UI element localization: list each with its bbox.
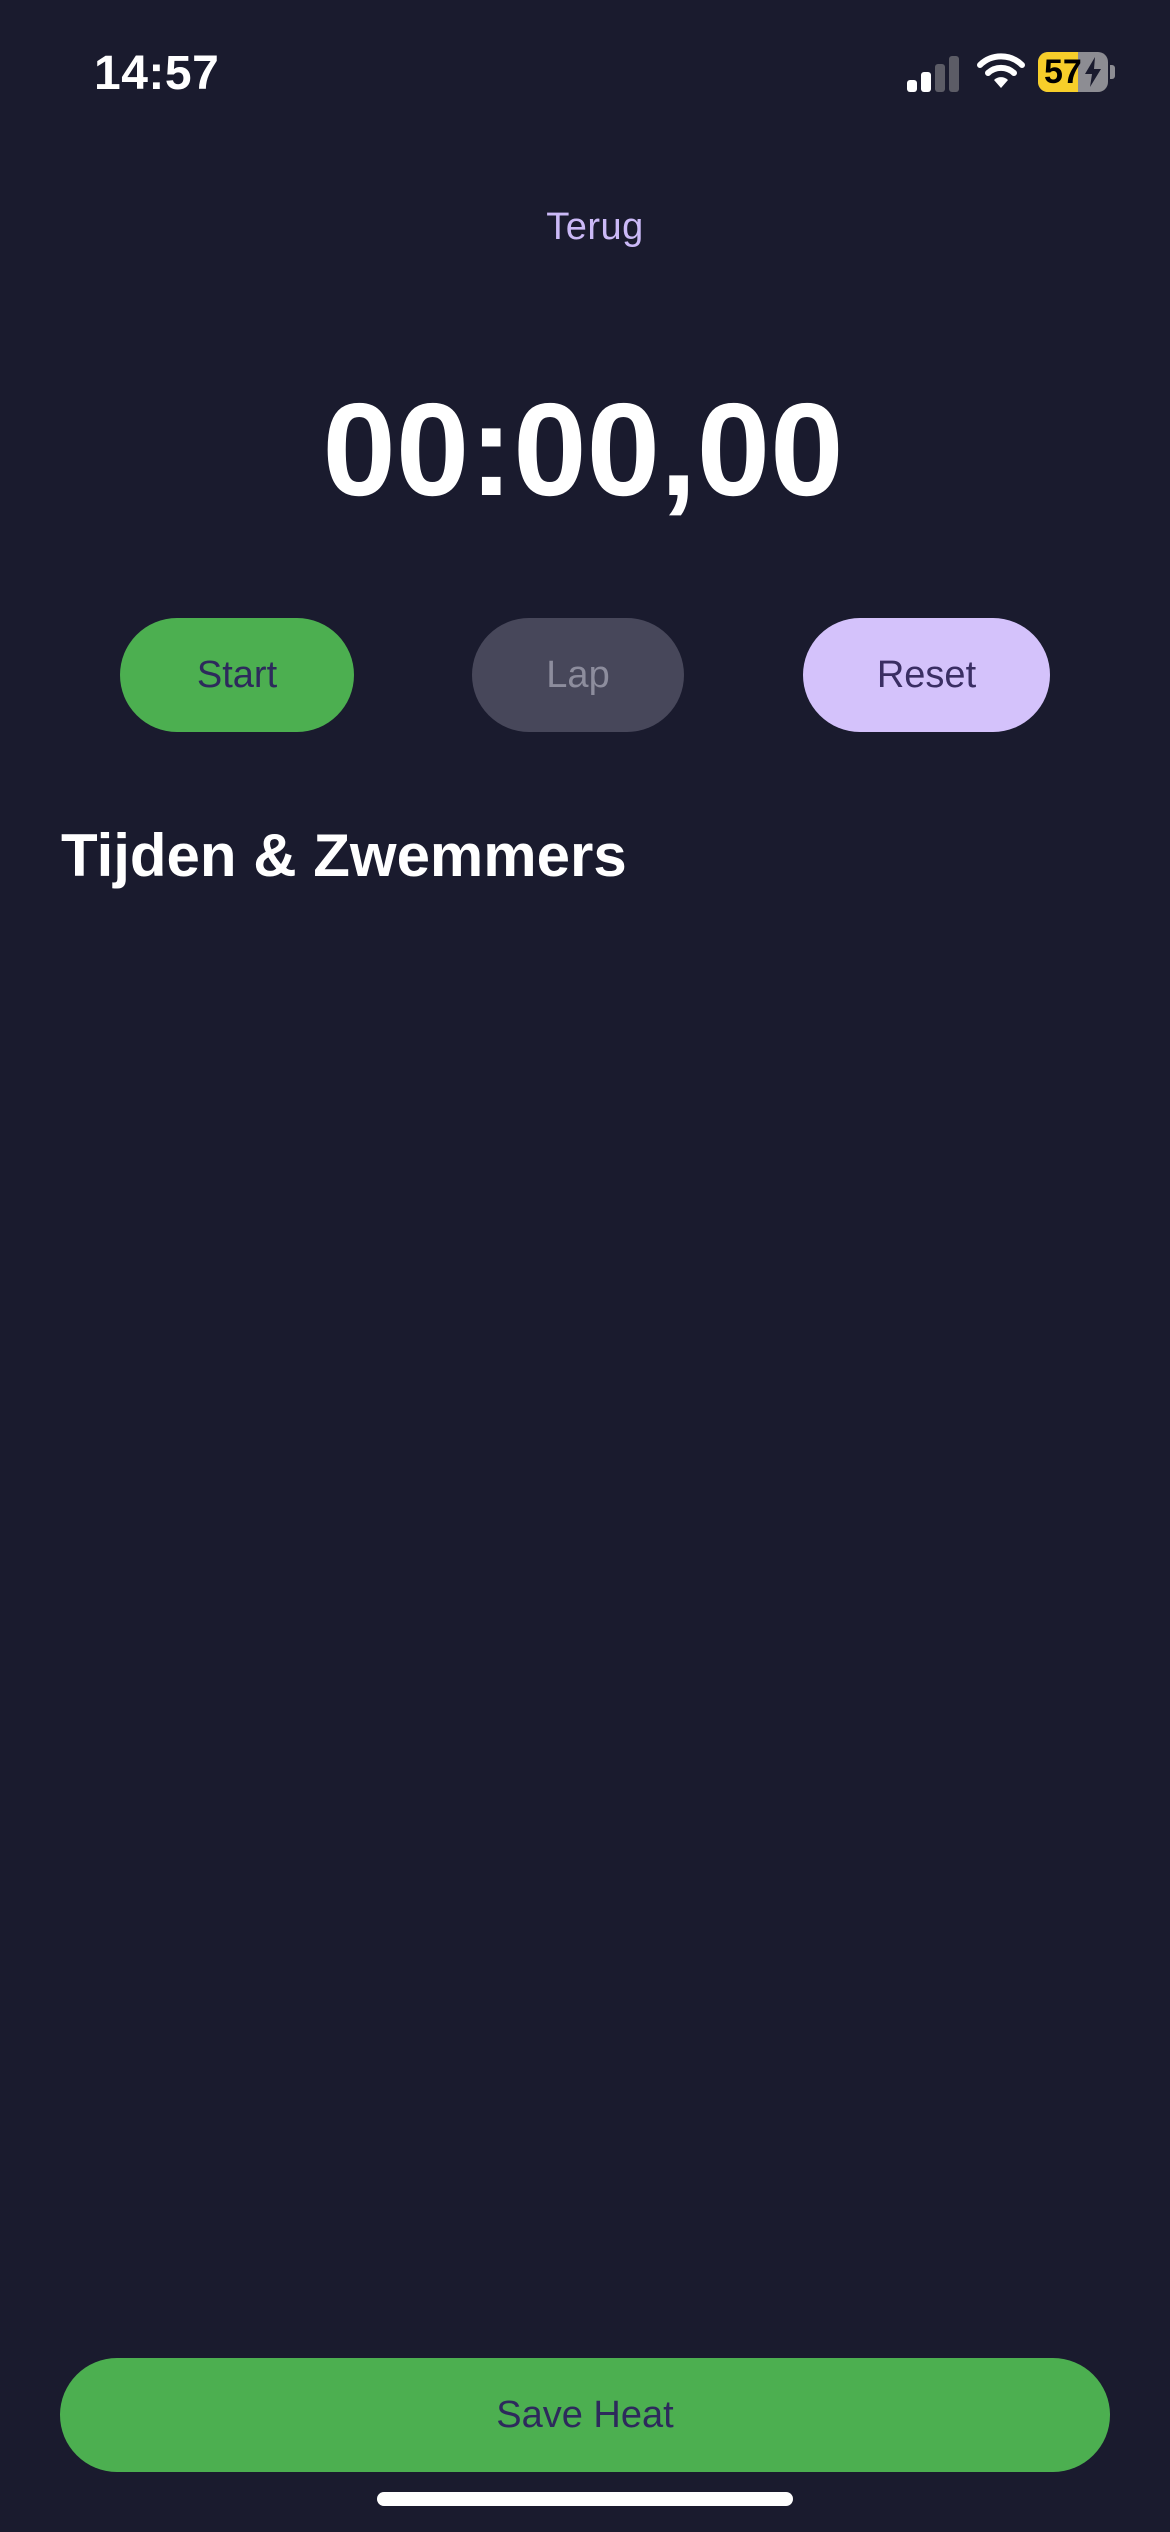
- charging-bolt-icon: [1085, 57, 1101, 87]
- back-link[interactable]: Terug: [0, 206, 1170, 249]
- status-time: 14:57: [94, 47, 220, 100]
- battery-level: 57: [1044, 53, 1082, 91]
- home-indicator: [377, 2492, 793, 2506]
- save-heat-button[interactable]: Save Heat: [60, 2358, 1110, 2472]
- lap-button[interactable]: Lap: [472, 618, 684, 732]
- reset-button[interactable]: Reset: [803, 618, 1050, 732]
- section-title: Tijden & Zwemmers: [61, 822, 627, 889]
- wifi-icon: [977, 53, 1025, 88]
- battery-icon: 57: [1038, 52, 1116, 92]
- battery-body: 57: [1038, 52, 1108, 92]
- start-button[interactable]: Start: [120, 618, 354, 732]
- stopwatch-display: 00:00,00: [322, 376, 844, 523]
- signal-icon: [907, 56, 959, 92]
- battery-cap: [1110, 65, 1115, 79]
- status-bar: 14:57 57: [0, 0, 1170, 150]
